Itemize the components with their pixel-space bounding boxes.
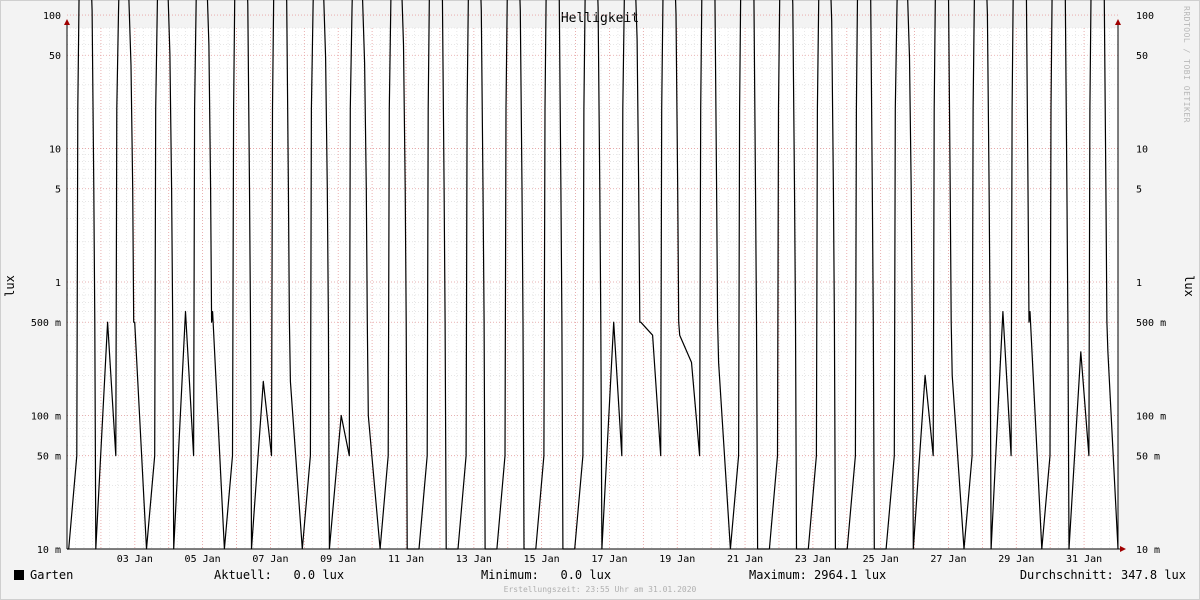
- x-tick-label: 29 Jan: [998, 554, 1034, 565]
- legend-swatch: [14, 570, 24, 580]
- x-tick-label: 07 Jan: [252, 554, 288, 565]
- y-axis-arrow-left: [64, 19, 70, 25]
- y-tick-label-left: 5: [55, 185, 61, 196]
- x-tick-label: 11 Jan: [388, 554, 424, 565]
- y-tick-label-right: 50 m: [1136, 452, 1160, 463]
- y-tick-label-left: 50: [49, 51, 61, 62]
- x-tick-label: 21 Jan: [727, 554, 763, 565]
- y-tick-label-right: 100: [1136, 11, 1154, 22]
- legend: Garten Aktuell: 0.0 lux Minimum: 0.0 lux…: [14, 568, 1186, 584]
- y-tick-label-left: 100 m: [31, 412, 61, 423]
- y-tick-label-right: 5: [1136, 185, 1142, 196]
- x-tick-label: 03 Jan: [117, 554, 153, 565]
- footer-timestamp: Erstellungszeit: 23:55 Uhr am 31.01.2020: [503, 585, 697, 594]
- y-tick-label-left: 50 m: [37, 452, 61, 463]
- x-tick-label: 27 Jan: [930, 554, 966, 565]
- y-tick-label-right: 100 m: [1136, 412, 1166, 423]
- stat-maximum: Maximum: 2964.1 lux: [749, 568, 887, 582]
- y-tick-label-right: 10: [1136, 145, 1148, 156]
- y-tick-label-right: 500 m: [1136, 318, 1166, 329]
- stat-minimum: Minimum: 0.0 lux: [481, 568, 612, 582]
- x-tick-label: 09 Jan: [320, 554, 356, 565]
- stat-average: Durchschnitt: 347.8 lux: [1019, 568, 1186, 582]
- y-tick-label-right: 50: [1136, 51, 1148, 62]
- y-axis-arrow-right: [1115, 19, 1121, 25]
- y-tick-label-left: 1: [55, 278, 61, 289]
- x-tick-label: 31 Jan: [1066, 554, 1102, 565]
- x-tick-label: 05 Jan: [185, 554, 221, 565]
- y-tick-label-left: 10: [49, 145, 61, 156]
- y-tick-label-left: 500 m: [31, 318, 61, 329]
- y-tick-label-right: 1: [1136, 278, 1142, 289]
- stat-current: Aktuell: 0.0 lux: [214, 568, 345, 582]
- x-tick-label: 25 Jan: [863, 554, 899, 565]
- y-tick-label-right: 10 m: [1136, 545, 1160, 556]
- legend-series-name: Garten: [30, 568, 74, 582]
- x-axis-arrow: [1120, 546, 1126, 552]
- x-tick-label: 23 Jan: [795, 554, 831, 565]
- x-tick-label: 13 Jan: [456, 554, 492, 565]
- plot-area: 10 m 10 m 50 m 50 m 100 m 100 m 500 m 500 m 1 1 5 5…: [31, 0, 1166, 565]
- x-tick-label: 15 Jan: [524, 554, 560, 565]
- y-tick-label-left: 10 m: [37, 545, 61, 556]
- y-tick-label-left: 100: [43, 11, 61, 22]
- x-tick-label: 17 Jan: [591, 554, 627, 565]
- x-tick-label: 19 Jan: [659, 554, 695, 565]
